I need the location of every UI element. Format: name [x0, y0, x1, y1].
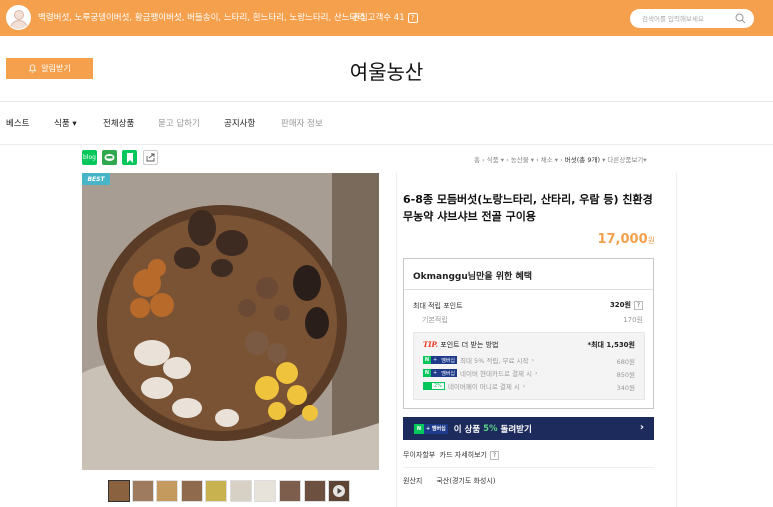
best-badge: BEST [82, 173, 110, 185]
cashback-banner[interactable]: N + 멤버십 이 상품 5% 돌려받기 › [403, 417, 654, 440]
origin-row: 원산지 국산(경기도 화성시) [403, 477, 496, 485]
tip-max-points: *최대 1,530원 [587, 341, 635, 349]
breadcrumb-item[interactable]: 채소 [541, 156, 553, 164]
tip-row[interactable]: N + 멤버십 최대 5% 적립, 무료 시작 › [423, 355, 534, 365]
breadcrumb-item[interactable]: 버섯(총 9개) [565, 156, 600, 164]
max-points-value: 320원? [610, 300, 643, 310]
tip-box: TIP. 포인트 더 받는 방법 *최대 1,530원 N + 멤버십 최대 5%… [413, 332, 645, 400]
nav-item-qna[interactable]: 묻고 답하기 [158, 117, 200, 129]
share-icon[interactable] [143, 150, 158, 165]
tip-row-value: 680원 [616, 358, 635, 366]
tip-row-value: 340원 [616, 384, 635, 392]
naverpay-badge: N 2% [423, 382, 445, 390]
basic-points-label: 기본적립 [422, 316, 448, 324]
basic-points-value: 170원 [623, 316, 643, 324]
breadcrumb-item[interactable]: 농산물 [511, 156, 529, 164]
max-points-label: 최대 적립 포인트 [413, 302, 463, 310]
nav-item-seller-info[interactable]: 판매자 정보 [281, 117, 323, 129]
help-icon[interactable]: ? [634, 301, 643, 310]
talk-icon[interactable] [102, 150, 117, 165]
card-details-link[interactable]: 카드 자세히보기 [440, 451, 487, 459]
play-icon [333, 485, 345, 497]
naverpay-badge: N + 멤버십 [423, 369, 458, 377]
breadcrumb-item[interactable]: 식품 [487, 156, 499, 164]
nav-item-food[interactable]: 식품 ▾ [54, 117, 77, 129]
thumbnail[interactable] [279, 480, 301, 502]
breadcrumb-item[interactable]: 홈 [474, 156, 480, 164]
thumbnail[interactable] [304, 480, 326, 502]
product-title: 6-8종 모듬버섯(노랑느타리, 산타리, 우람 등) 친환경 무농약 샤브샤브… [403, 193, 653, 223]
tip-title: TIP. 포인트 더 받는 방법 [423, 340, 499, 349]
store-avatar[interactable] [6, 5, 31, 30]
interest-count: 관심고객수 41? [352, 11, 418, 23]
top-bar: 백령버섯, 노루궁뎅이버섯, 황금팽이버섯, 버들송이, 느타리, 흰느타리, … [0, 0, 773, 36]
other-products-link[interactable]: 다른상품보기 [607, 156, 643, 164]
store-nav: 베스트 식품 ▾ 전체상품 묻고 답하기 공지사항 판매자 정보 [0, 117, 773, 129]
thumbnail[interactable] [254, 480, 276, 502]
store-name[interactable]: 여울농산 [0, 56, 773, 85]
help-icon[interactable]: ? [407, 13, 418, 23]
thumbnail[interactable] [205, 480, 227, 502]
tip-row[interactable]: N + 멤버십 네이버 현대카드로 결제 시 › [423, 368, 538, 378]
divider [403, 467, 654, 468]
search-placeholder: 검색어를 입력해보세요 [642, 15, 704, 23]
divider [0, 101, 773, 102]
naverpay-badge: N + 멤버십 [423, 356, 458, 364]
naverpay-badge: N + 멤버십 [414, 423, 448, 434]
divider [0, 144, 773, 145]
bookmark-icon[interactable] [122, 150, 137, 165]
store-keywords: 백령버섯, 노루궁뎅이버섯, 황금팽이버섯, 버들송이, 느타리, 흰느타리, … [38, 13, 366, 23]
thumbnail[interactable] [108, 480, 130, 502]
benefit-box: Okmanggu님만을 위한 혜택 최대 적립 포인트 320원? 기본적립 1… [403, 258, 654, 409]
search-input[interactable]: 검색어를 입력해보세요 [630, 9, 754, 28]
nav-item-notice[interactable]: 공지사항 [224, 117, 255, 129]
breadcrumb: 홈 › 식품 ▾ › 농산물 ▾ › 채소 ▾ › 버섯(총 9개) ▾ 다른상… [474, 156, 647, 164]
thumbnail[interactable] [132, 480, 154, 502]
thumbnail[interactable] [156, 480, 178, 502]
blog-icon[interactable]: blog [82, 150, 97, 165]
product-price: 17,000원 [597, 232, 655, 247]
thumbnail[interactable] [230, 480, 252, 502]
help-icon[interactable]: ? [489, 451, 499, 460]
benefit-title: Okmanggu님만을 위한 혜택 [413, 272, 533, 282]
tip-row-value: 850원 [616, 371, 635, 379]
thumbnail[interactable] [181, 480, 203, 502]
interest-free-row: 무이자할부 카드 자세히보기? [403, 450, 499, 460]
nav-item-all-products[interactable]: 전체상품 [103, 117, 134, 129]
search-icon[interactable] [735, 13, 746, 24]
nav-item-best[interactable]: 베스트 [6, 117, 29, 129]
chevron-right-icon: › [639, 422, 644, 433]
thumbnail[interactable] [328, 480, 350, 502]
divider [404, 289, 653, 290]
product-image[interactable] [82, 173, 379, 470]
tip-row[interactable]: N 2% 네이버페이 머니로 결제 시 › [423, 381, 526, 391]
